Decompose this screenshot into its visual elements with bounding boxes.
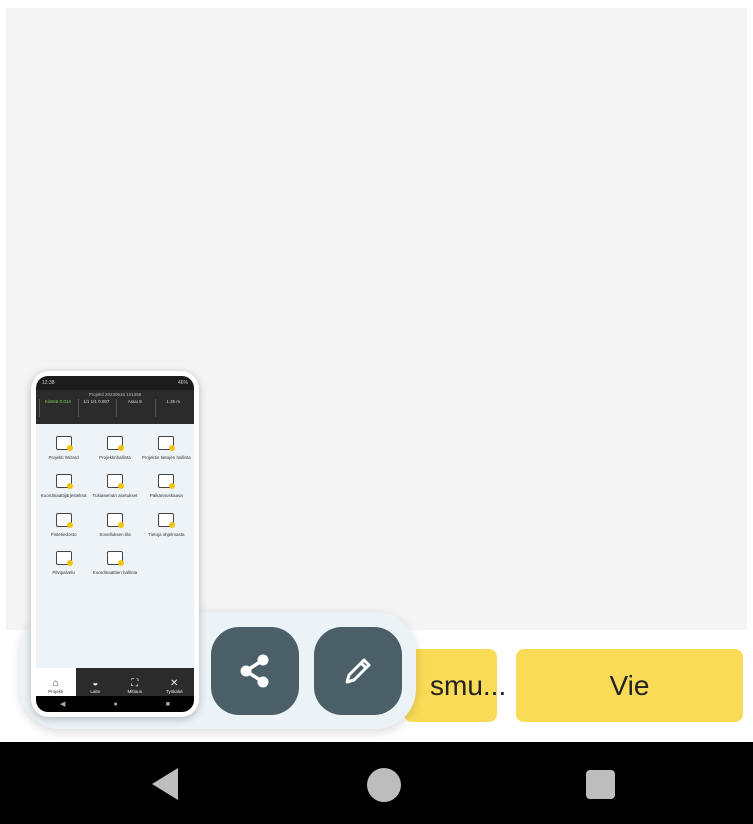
- menu-item-label: Paikannuskaava: [149, 493, 183, 499]
- thumbnail-tab: ✕ Työkalut: [155, 668, 195, 696]
- vie-button[interactable]: Vie: [516, 649, 743, 722]
- thumbnail-tab: ⛶ Mittaus: [115, 668, 155, 696]
- thumbnail-recents-icon: ■: [165, 700, 170, 708]
- pencil-icon: [345, 658, 371, 684]
- menu-item-label: Projektin tietojen hallinta: [141, 455, 191, 460]
- tab-icon: ⛶: [131, 678, 139, 689]
- menu-item-icon: [106, 436, 124, 451]
- thumbnail-cell: 1.35 m: [154, 399, 192, 417]
- thumbnail-cell: Kiinteä 0.014: [39, 399, 76, 417]
- thumbnail-tab: ◒ Laite: [76, 668, 116, 696]
- share-icon: [240, 654, 269, 688]
- thumbnail-screen: 12:38 46% Projekti 20230616 101358 Kiint…: [36, 376, 194, 712]
- partially-hidden-button-label: smu...: [430, 669, 507, 701]
- menu-item-label: Sovelluksen tila: [99, 531, 131, 537]
- thumbnail-status-left: 12:38: [42, 380, 55, 386]
- menu-item-label: Tukiaseman asetukset: [92, 493, 138, 499]
- screenshot-thumbnail[interactable]: 12:38 46% Projekti 20230616 101358 Kiint…: [31, 371, 199, 717]
- menu-item-icon: [106, 551, 124, 567]
- menu-item-label: Koordinaattijärjestelmä: [40, 493, 87, 499]
- menu-item-label: Projekti Wizard: [48, 455, 79, 460]
- thumbnail-menu-item: Pistetiedosto: [38, 512, 89, 537]
- menu-item-icon: [106, 512, 124, 528]
- thumbnail-tab-bar: ⌂ Projekti ◒ Laite ⛶ Mittaus ✕ Työkalut: [36, 668, 194, 696]
- tab-icon: ✕: [170, 678, 179, 689]
- back-icon[interactable]: [152, 768, 178, 800]
- menu-item-icon: [158, 474, 176, 490]
- menu-item-icon: [106, 474, 124, 490]
- tab-icon: ◒: [92, 678, 99, 689]
- vie-button-label: Vie: [609, 669, 650, 701]
- tab-label: Työkalut: [165, 689, 183, 694]
- share-button[interactable]: [211, 627, 299, 715]
- thumbnail-back-icon: ◀: [60, 701, 66, 708]
- thumbnail-system-nav: ◀ ● ■: [36, 696, 194, 712]
- menu-item-label: Pistetiedosto: [50, 531, 77, 537]
- partially-hidden-button[interactable]: smu...: [404, 649, 506, 722]
- thumbnail-menu-item: Paikannuskaava: [141, 474, 192, 498]
- edit-button[interactable]: [314, 627, 402, 715]
- thumbnail-menu-item: Projektin tietojen hallinta: [141, 436, 192, 460]
- menu-item-icon: [158, 436, 176, 451]
- thumbnail-menu-item: Projekti Wizard: [38, 436, 89, 460]
- menu-item-icon: [55, 551, 73, 567]
- thumbnail-tab: ⌂ Projekti: [36, 668, 76, 696]
- thumbnail-menu-item: Sovelluksen tila: [89, 512, 140, 537]
- thumbnail-menu-item: Pilvipalvelu: [38, 551, 89, 575]
- menu-item-icon: [55, 512, 73, 528]
- menu-item-icon: [158, 512, 176, 528]
- tab-label: Mittaus: [127, 689, 142, 694]
- tab-icon: ⌂: [52, 678, 59, 689]
- thumbnail-menu-item: Tietoja ohjelmasta: [141, 512, 192, 537]
- thumbnail-status-right: 46%: [177, 380, 188, 386]
- thumbnail-menu-item: Koordinaattijärjestelmä: [38, 474, 89, 498]
- menu-item-icon: [55, 436, 73, 451]
- thumbnail-home-icon: ●: [113, 700, 118, 708]
- menu-item-label: Projektinhallinta: [99, 455, 131, 460]
- thumbnail-cell: Asuu 8: [116, 399, 153, 417]
- thumbnail-menu-item: Koordinaattien hallinta: [89, 551, 140, 575]
- home-icon[interactable]: [367, 768, 401, 802]
- menu-item-icon: [55, 474, 73, 490]
- recents-icon[interactable]: [586, 770, 615, 799]
- thumbnail-header: Projekti 20230616 101358 Kiinteä 0.014 1…: [36, 390, 194, 424]
- tab-label: Laite: [90, 689, 101, 694]
- menu-item-label: Tietoja ohjelmasta: [148, 531, 185, 537]
- thumbnail-menu-grid: Projekti Wizard Projektinhallinta Projek…: [36, 424, 194, 576]
- thumbnail-menu-item: Tukiaseman asetukset: [89, 474, 140, 498]
- thumbnail-header-title: Projekti 20230616 101358: [88, 392, 142, 397]
- menu-item-label: Pilvipalvelu: [52, 570, 75, 576]
- thumbnail-menu-item: Projektinhallinta: [89, 436, 140, 460]
- thumbnail-status-bar: 12:38 46%: [36, 376, 194, 390]
- menu-item-label: Koordinaattien hallinta: [92, 570, 138, 576]
- thumbnail-cell: 1/1 1/1 0.007: [77, 399, 115, 417]
- tab-label: Projekti: [48, 689, 64, 694]
